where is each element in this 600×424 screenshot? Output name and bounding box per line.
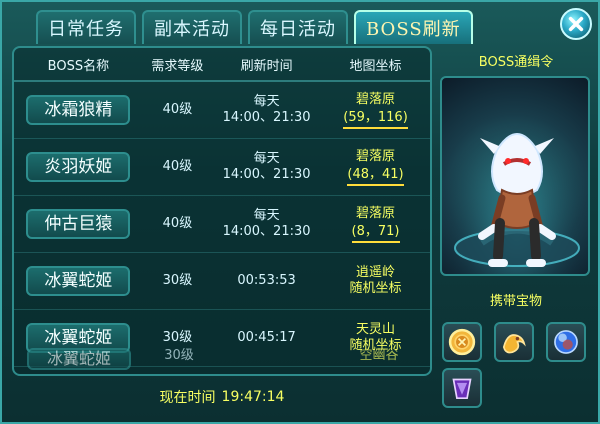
current-time-bar: 现在时间 19:47:14 (12, 380, 432, 414)
close-button[interactable] (560, 8, 592, 40)
boss-name-button[interactable]: 冰霜狼精 (26, 95, 131, 125)
boss-name-button[interactable]: 仲古巨猿 (26, 209, 131, 239)
map-name: 碧落原 (356, 205, 396, 221)
current-time-value: 19:47:14 (221, 389, 285, 405)
tab-dungeon-events[interactable]: 副本活动 (142, 10, 242, 44)
wanted-panel: BOSS通缉令 携带宝物 (440, 48, 592, 408)
refresh-time: 每天 14:00、21:30 (212, 94, 321, 126)
refresh-time-line1: 每天 (253, 151, 280, 166)
boss-level: 40级 (162, 102, 193, 117)
table-body: 冰霜狼精 40级 每天 14:00、21:30 碧落原 (59，116) 炎羽妖… (14, 82, 430, 367)
boss-portrait (440, 76, 590, 276)
map-coordinates: 逍遥岭 随机坐标 (321, 265, 430, 297)
coord-link[interactable]: (8，71) (351, 224, 400, 243)
table-row: 炎羽妖姬 40级 每天 14:00、21:30 碧落原 (48，41) (14, 139, 430, 196)
col-header-coords: 地图坐标 (349, 58, 402, 74)
refresh-countdown: 00:53:53 (237, 273, 296, 288)
blue-orb-icon (554, 330, 578, 354)
map-name: 碧落原 (356, 148, 396, 164)
col-header-time: 刷新时间 (240, 58, 293, 74)
close-icon (568, 16, 584, 32)
treasure-item-2[interactable] (494, 322, 534, 362)
partial-table-row: 冰翼蛇姬 30级 空幽谷 (14, 348, 430, 374)
boss-name-button[interactable]: 炎羽妖姬 (26, 152, 131, 182)
tab-daily-tasks[interactable]: 日常任务 (36, 10, 136, 44)
treasure-item-3[interactable] (546, 322, 586, 362)
current-time-label: 现在时间 (159, 390, 216, 406)
boss-level: 30级 (164, 348, 194, 363)
refresh-time: 每天 14:00、21:30 (212, 208, 321, 240)
map-coordinates[interactable]: 碧落原 (48，41) (321, 149, 430, 186)
refresh-time: 每天 14:00、21:30 (212, 151, 321, 183)
refresh-time-line2: 14:00、21:30 (222, 110, 311, 125)
col-header-name: BOSS名称 (47, 58, 110, 74)
carried-treasure-title: 携带宝物 (489, 293, 542, 309)
map-name: 逍遥岭 (356, 265, 396, 280)
refresh-time-line1: 每天 (253, 94, 280, 109)
boss-level: 40级 (162, 216, 193, 231)
tab-bar: 日常任务 副本活动 每日活动 BOSS刷新 (36, 10, 473, 44)
tab-daily-events[interactable]: 每日活动 (248, 10, 348, 44)
purple-crystal-card-icon (452, 378, 472, 400)
tab-boss-refresh[interactable]: BOSS刷新 (354, 10, 473, 44)
table-row: 冰翼蛇姬 30级 00:53:53 逍遥岭 随机坐标 (14, 253, 430, 310)
refresh-time-line1: 每天 (253, 208, 280, 223)
refresh-time-line2: 14:00、21:30 (222, 167, 311, 182)
map-name: 碧落原 (356, 91, 396, 107)
table-header: BOSS名称 需求等级 刷新时间 地图坐标 (14, 48, 430, 82)
boss-refresh-window: 日常任务 副本活动 每日活动 BOSS刷新 BOSS名称 需求等级 刷新时间 地… (0, 0, 600, 424)
treasure-grid (440, 322, 592, 408)
table-row: 冰霜狼精 40级 每天 14:00、21:30 碧落原 (59，116) (14, 82, 430, 139)
golden-dragon-icon (502, 334, 526, 354)
boss-wanted-title: BOSS通缉令 (478, 54, 554, 70)
boss-level: 30级 (162, 330, 193, 345)
map-coordinates[interactable]: 碧落原 (59，116) (321, 92, 430, 129)
boss-level: 40级 (162, 159, 193, 174)
col-header-level: 需求等级 (151, 58, 204, 74)
random-coords: 随机坐标 (349, 281, 402, 296)
map-name: 空幽谷 (359, 348, 399, 363)
werewolf-boss-illustration (442, 78, 588, 274)
gold-coin-medal-icon (448, 328, 476, 356)
coord-link[interactable]: (59，116) (343, 110, 408, 129)
treasure-item-4[interactable] (442, 368, 482, 408)
boss-name-button[interactable]: 冰翼蛇姬 (26, 266, 131, 296)
treasure-item-1[interactable] (442, 322, 482, 362)
map-coordinates[interactable]: 碧落原 (8，71) (321, 206, 430, 243)
table-row: 仲古巨猿 40级 每天 14:00、21:30 碧落原 (8，71) (14, 196, 430, 253)
refresh-time-line2: 14:00、21:30 (222, 224, 311, 239)
refresh-countdown: 00:45:17 (237, 330, 296, 345)
boss-level: 30级 (162, 273, 193, 288)
boss-name-button[interactable]: 冰翼蛇姬 (27, 348, 131, 370)
map-name: 天灵山 (356, 322, 396, 337)
boss-table: BOSS名称 需求等级 刷新时间 地图坐标 冰霜狼精 40级 每天 14:00、… (12, 46, 432, 376)
coord-link[interactable]: (48，41) (347, 167, 404, 186)
